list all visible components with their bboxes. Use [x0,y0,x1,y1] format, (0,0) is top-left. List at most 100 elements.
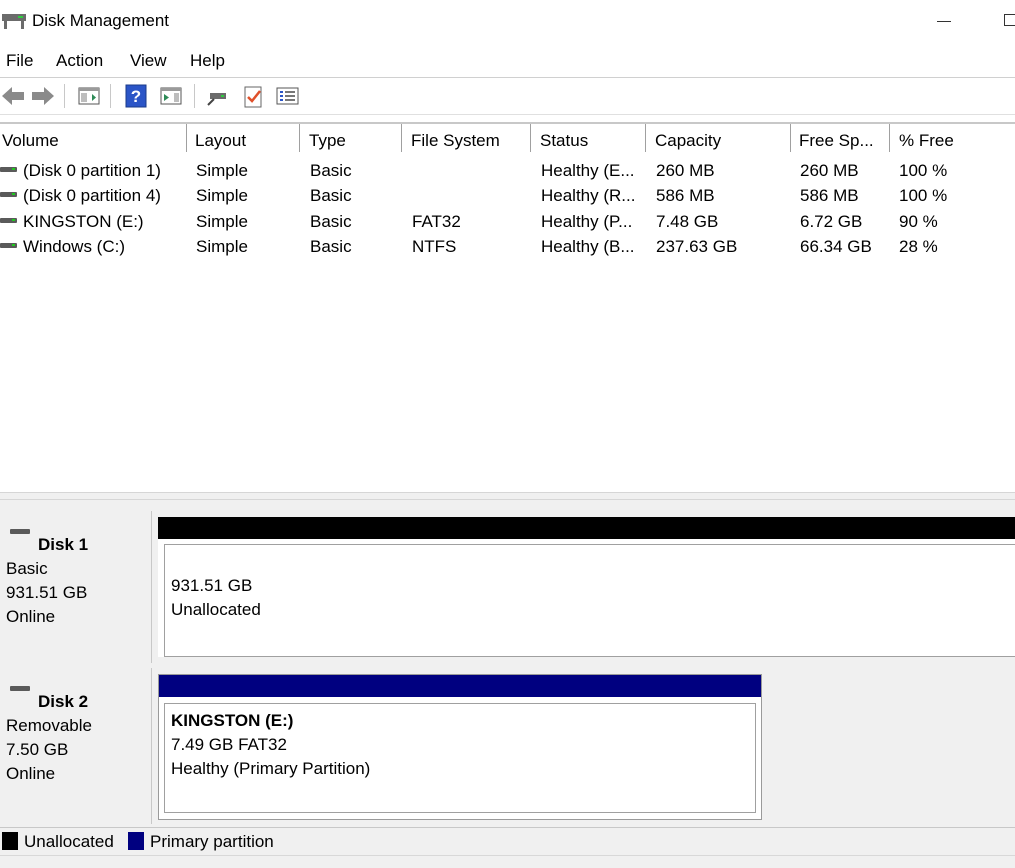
column-header-capacity[interactable]: Capacity [653,124,791,152]
toolbar-separator [110,84,111,108]
volume-status: Healthy (E... [541,161,635,180]
volume-type: Basic [310,161,352,180]
volume-capacity: 586 MB [656,186,715,205]
volume-percent-free: 28 % [899,237,938,256]
partition-body: KINGSTON (E:) 7.49 GB FAT32 Healthy (Pri… [164,703,756,813]
drive-icon [0,218,17,223]
menu-action[interactable]: Action [54,51,105,71]
forward-icon[interactable] [30,83,56,109]
disk-type: Basic [6,559,48,578]
volume-free-space: 66.34 GB [800,237,872,256]
pane-splitter[interactable] [0,492,1015,500]
volume-layout: Simple [196,237,248,256]
menu-bar: File Action View Help [0,48,1015,76]
disk-1-unallocated-region[interactable]: 931.51 GB Unallocated [158,517,1015,657]
volume-name: Windows (C:) [23,237,126,256]
disk-type: Removable [6,716,92,735]
column-header-file-system[interactable]: File System [409,124,531,152]
legend-swatch-unallocated [2,832,18,850]
drive-icon [0,192,17,197]
volume-percent-free: 100 % [899,186,948,205]
menu-file[interactable]: File [4,51,35,71]
column-header-layout[interactable]: Layout [193,124,300,152]
toolbar-divider [0,114,1015,115]
help-icon[interactable]: ? [123,83,149,109]
volume-capacity: 237.63 GB [656,237,738,256]
volume-type: Basic [310,212,352,231]
svg-text:?: ? [131,87,141,106]
menu-divider [0,77,1015,78]
volume-type: Basic [310,237,352,256]
disk-2-label[interactable]: Disk 2 Removable 7.50 GB Online [0,668,152,824]
volume-name: (Disk 0 partition 4) [23,186,161,205]
disk-state: Online [6,764,56,783]
menu-help[interactable]: Help [188,51,227,71]
volume-status: Healthy (P... [541,212,633,231]
disk-graphical-view: Disk 1 Basic 931.51 GB Online 931.51 GB … [0,500,1015,827]
window-title: Disk Management [32,11,170,30]
volume-layout: Simple [196,212,248,231]
volume-percent-free: 100 % [899,161,948,180]
volume-row[interactable]: Windows (C:) Simple Basic NTFS Healthy (… [0,234,1015,259]
legend: Unallocated Primary partition [0,827,1015,855]
partition-body: 931.51 GB Unallocated [164,544,1015,657]
back-icon[interactable] [0,83,26,109]
volume-list: Volume Layout Type File System Status Ca… [0,122,1015,492]
partition-detail: 7.49 GB FAT32 [171,735,287,754]
volume-layout: Simple [196,186,248,205]
connect-icon[interactable] [204,83,230,109]
partition-label: Unallocated [171,600,261,619]
volume-row[interactable]: (Disk 0 partition 1) Simple Basic Health… [0,158,1015,183]
drive-icon [0,167,17,172]
column-header-volume[interactable]: Volume [0,124,187,152]
volume-free-space: 6.72 GB [800,212,863,231]
minimize-button[interactable] [937,21,951,22]
partition-title: KINGSTON (E:) [171,711,294,730]
disk-size: 931.51 GB [6,583,88,602]
volume-percent-free: 90 % [899,212,938,231]
column-header-status[interactable]: Status [538,124,646,152]
status-bar [0,855,1015,868]
toolbar-separator [64,84,65,108]
legend-label-unallocated: Unallocated [24,832,114,851]
column-header-free-space[interactable]: Free Sp... [797,124,890,152]
disk-icon [10,529,30,534]
disk-1-label[interactable]: Disk 1 Basic 931.51 GB Online [0,511,152,663]
list-view-icon[interactable] [274,83,300,109]
volume-name: KINGSTON (E:) [23,212,144,231]
drive-icon [0,243,17,248]
disk-state: Online [6,607,56,626]
disk-name: Disk 1 [38,535,89,554]
volume-free-space: 260 MB [800,161,859,180]
volume-status: Healthy (B... [541,237,635,256]
console-tree-icon[interactable] [76,83,102,109]
volume-list-header: Volume Layout Type File System Status Ca… [0,124,1015,152]
volume-name: (Disk 0 partition 1) [23,161,161,180]
disk-management-icon [2,14,26,29]
toolbar: ? [0,80,1015,112]
volume-layout: Simple [196,161,248,180]
volume-row[interactable]: KINGSTON (E:) Simple Basic FAT32 Healthy… [0,209,1015,234]
column-header-type[interactable]: Type [307,124,402,152]
title-bar: Disk Management [0,0,1015,44]
properties-icon[interactable] [240,83,266,109]
legend-label-primary: Primary partition [150,832,274,851]
volume-row[interactable]: (Disk 0 partition 4) Simple Basic Health… [0,183,1015,208]
primary-partition-bar [159,675,761,697]
column-header-percent-free[interactable]: % Free [897,124,1015,152]
volume-capacity: 7.48 GB [656,212,719,231]
maximize-button[interactable] [1004,14,1015,26]
disk-2-partition-kingston[interactable]: KINGSTON (E:) 7.49 GB FAT32 Healthy (Pri… [158,674,762,820]
volume-free-space: 586 MB [800,186,859,205]
disk-icon [10,686,30,691]
action-pane-icon[interactable] [158,83,184,109]
disk-name: Disk 2 [38,692,89,711]
partition-size: 931.51 GB [171,576,253,595]
volume-capacity: 260 MB [656,161,715,180]
volume-status: Healthy (R... [541,186,636,205]
legend-swatch-primary [128,832,144,850]
disk-size: 7.50 GB [6,740,69,759]
menu-view[interactable]: View [128,51,169,71]
volume-type: Basic [310,186,352,205]
volume-file-system: NTFS [412,237,457,256]
